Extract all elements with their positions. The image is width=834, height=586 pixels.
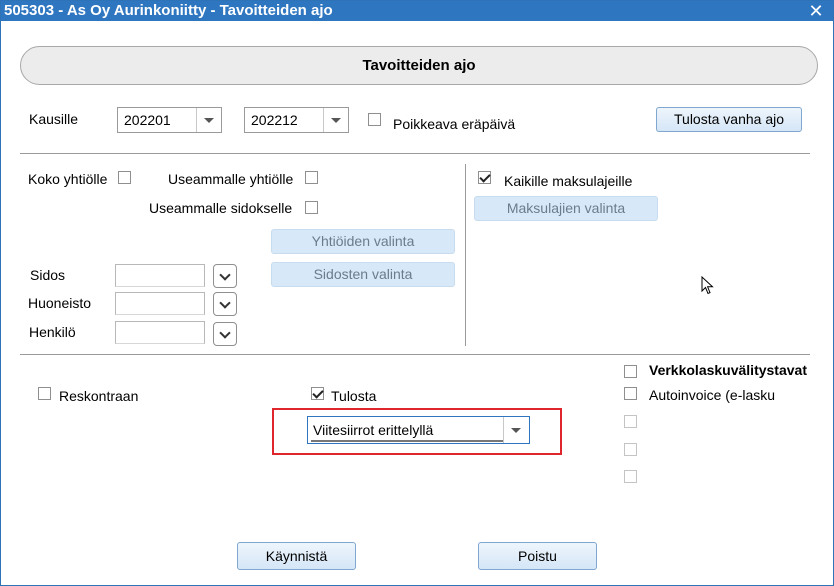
focus-underline — [311, 440, 504, 442]
period-from-dropdown-button[interactable] — [196, 108, 221, 132]
print-mode-dropdown[interactable]: Viitesiirrot erittelyllä — [307, 416, 530, 444]
print-checkbox[interactable] — [311, 387, 324, 400]
apartment-label: Huoneisto — [28, 295, 92, 311]
chevron-down-icon — [219, 327, 231, 339]
contract-input[interactable] — [115, 264, 205, 287]
period-to-value: 202212 — [251, 112, 298, 128]
apartment-lookup-button[interactable] — [213, 292, 237, 316]
e-invoicing-checkbox[interactable] — [624, 365, 637, 378]
person-label: Henkilö — [29, 324, 76, 340]
multi-companies-label: Useammalle yhtiölle — [168, 171, 294, 187]
start-button[interactable]: Käynnistä — [237, 542, 356, 570]
print-mode-value: Viitesiirrot erittelyllä — [313, 422, 434, 438]
payment-types-select-button[interactable]: Maksulajien valinta — [474, 196, 658, 221]
print-old-run-button[interactable]: Tulosta vanha ajo — [656, 107, 802, 132]
custom-due-date-checkbox[interactable] — [368, 113, 381, 126]
ledger-checkbox[interactable] — [38, 387, 51, 400]
all-companies-checkbox[interactable] — [118, 171, 131, 184]
autoinvoice-checkbox[interactable] — [624, 387, 637, 400]
period-to-combo[interactable]: 202212 — [244, 107, 349, 133]
divider-vertical — [465, 164, 466, 346]
title-bar[interactable]: 505303 - As Oy Aurinkoniitty - Tavoittei… — [1, 1, 833, 21]
multi-contracts-checkbox[interactable] — [305, 201, 318, 214]
chevron-down-icon — [511, 428, 521, 433]
period-to-dropdown-button[interactable] — [323, 108, 348, 132]
multi-companies-checkbox[interactable] — [305, 171, 318, 184]
period-from-combo[interactable]: 202201 — [117, 107, 222, 133]
ledger-label: Reskontraan — [59, 388, 139, 404]
contract-label: Sidos — [30, 267, 66, 283]
print-label: Tulosta — [331, 388, 377, 404]
person-lookup-button[interactable] — [213, 322, 237, 346]
multi-contracts-label: Useammalle sidokselle — [149, 200, 293, 216]
mouse-pointer-icon — [701, 276, 714, 295]
custom-due-date-label: Poikkeava eräpäivä — [393, 116, 516, 132]
e-invoicing-option-checkbox[interactable] — [624, 415, 637, 428]
contract-lookup-button[interactable] — [213, 264, 237, 288]
period-from-value: 202201 — [124, 112, 171, 128]
e-invoicing-title: Verkkolaskuvälitystavat — [649, 362, 807, 378]
period-label: Kausille — [29, 111, 79, 127]
autoinvoice-label: Autoinvoice (e-lasku — [649, 387, 776, 403]
chevron-down-icon — [204, 118, 214, 123]
all-companies-label: Koko yhtiölle — [28, 171, 108, 187]
page-title: Tavoitteiden ajo — [362, 57, 476, 74]
all-payment-types-label: Kaikille maksulajeille — [504, 173, 633, 189]
chevron-down-icon — [219, 269, 231, 281]
companies-select-button[interactable]: Yhtiöiden valinta — [271, 229, 455, 254]
divider — [20, 354, 810, 355]
apartment-input[interactable] — [115, 292, 205, 315]
chevron-down-icon — [219, 297, 231, 309]
all-payment-types-checkbox[interactable] — [478, 171, 491, 184]
contracts-select-button[interactable]: Sidosten valinta — [271, 262, 455, 287]
close-icon[interactable]: ✕ — [807, 1, 825, 21]
e-invoicing-option-checkbox[interactable] — [624, 470, 637, 483]
chevron-down-icon — [331, 118, 341, 123]
person-input[interactable] — [115, 321, 205, 344]
divider — [20, 153, 810, 154]
print-mode-dropdown-button[interactable] — [503, 417, 529, 443]
section-header: Tavoitteiden ajo — [20, 46, 818, 85]
exit-button[interactable]: Poistu — [478, 542, 597, 570]
window-title: 505303 - As Oy Aurinkoniitty - Tavoittei… — [4, 2, 333, 19]
dialog-window: 505303 - As Oy Aurinkoniitty - Tavoittei… — [0, 0, 834, 586]
e-invoicing-option-checkbox[interactable] — [624, 443, 637, 456]
